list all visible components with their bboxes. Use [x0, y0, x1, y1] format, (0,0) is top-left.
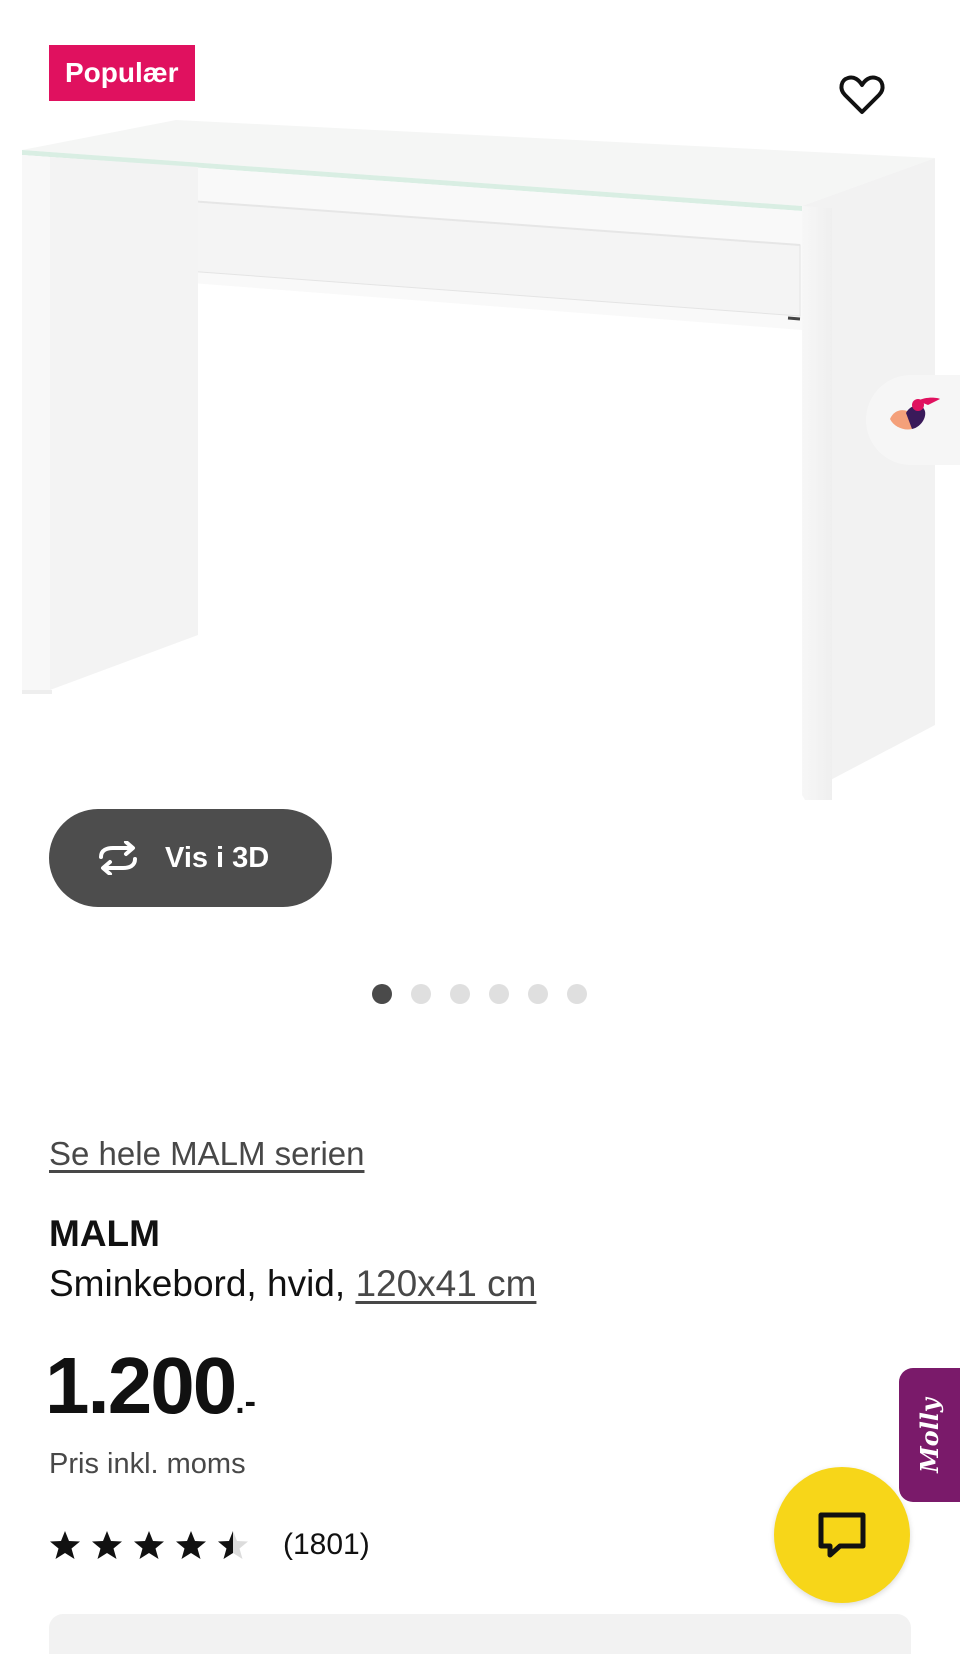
product-description-text: Sminkebord, hvid, — [49, 1263, 356, 1304]
product-description: Sminkebord, hvid, 120x41 cm — [49, 1263, 536, 1305]
popular-badge: Populær — [49, 45, 195, 101]
heart-outline-icon — [839, 75, 885, 114]
gallery-dot[interactable] — [411, 984, 431, 1004]
next-section-card — [49, 1614, 911, 1654]
star-icon — [134, 1531, 164, 1559]
star-icon — [176, 1531, 206, 1559]
series-link[interactable]: Se hele MALM serien — [49, 1135, 364, 1173]
view-in-3d-label: Vis i 3D — [165, 841, 270, 874]
product-name: MALM — [49, 1213, 160, 1254]
product-image-gallery[interactable]: Populær Vis i 3D — [0, 0, 960, 1010]
product-price: 1.200 .- — [45, 1340, 256, 1432]
price-suffix: .- — [235, 1383, 256, 1421]
product-image — [22, 120, 935, 800]
star-icon — [92, 1531, 122, 1559]
gallery-pagination — [372, 984, 606, 1004]
molly-assistant-icon-button[interactable] — [866, 375, 960, 465]
star-icon — [50, 1531, 80, 1559]
molly-tab-label: Molly — [915, 1397, 945, 1473]
gallery-dot[interactable] — [489, 984, 509, 1004]
rating-reviews[interactable]: (1801) — [49, 1528, 370, 1562]
favorite-button[interactable] — [836, 68, 888, 120]
price-amount: 1.200 — [45, 1341, 237, 1430]
molly-tab[interactable]: Molly — [899, 1368, 960, 1502]
rotate-3d-icon — [99, 841, 137, 875]
product-dimensions-link[interactable]: 120x41 cm — [355, 1263, 536, 1304]
gallery-dot[interactable] — [528, 984, 548, 1004]
view-in-3d-button[interactable]: Vis i 3D — [49, 809, 332, 907]
gallery-dot[interactable] — [450, 984, 470, 1004]
star-half-icon — [218, 1531, 248, 1559]
bird-icon — [890, 397, 940, 430]
gallery-dot[interactable] — [372, 984, 392, 1004]
chat-button[interactable] — [774, 1467, 910, 1603]
vat-note: Pris inkl. moms — [49, 1448, 246, 1480]
gallery-dot[interactable] — [567, 984, 587, 1004]
review-count: (1801) — [283, 1528, 370, 1561]
chat-bubble-icon — [818, 1512, 866, 1558]
